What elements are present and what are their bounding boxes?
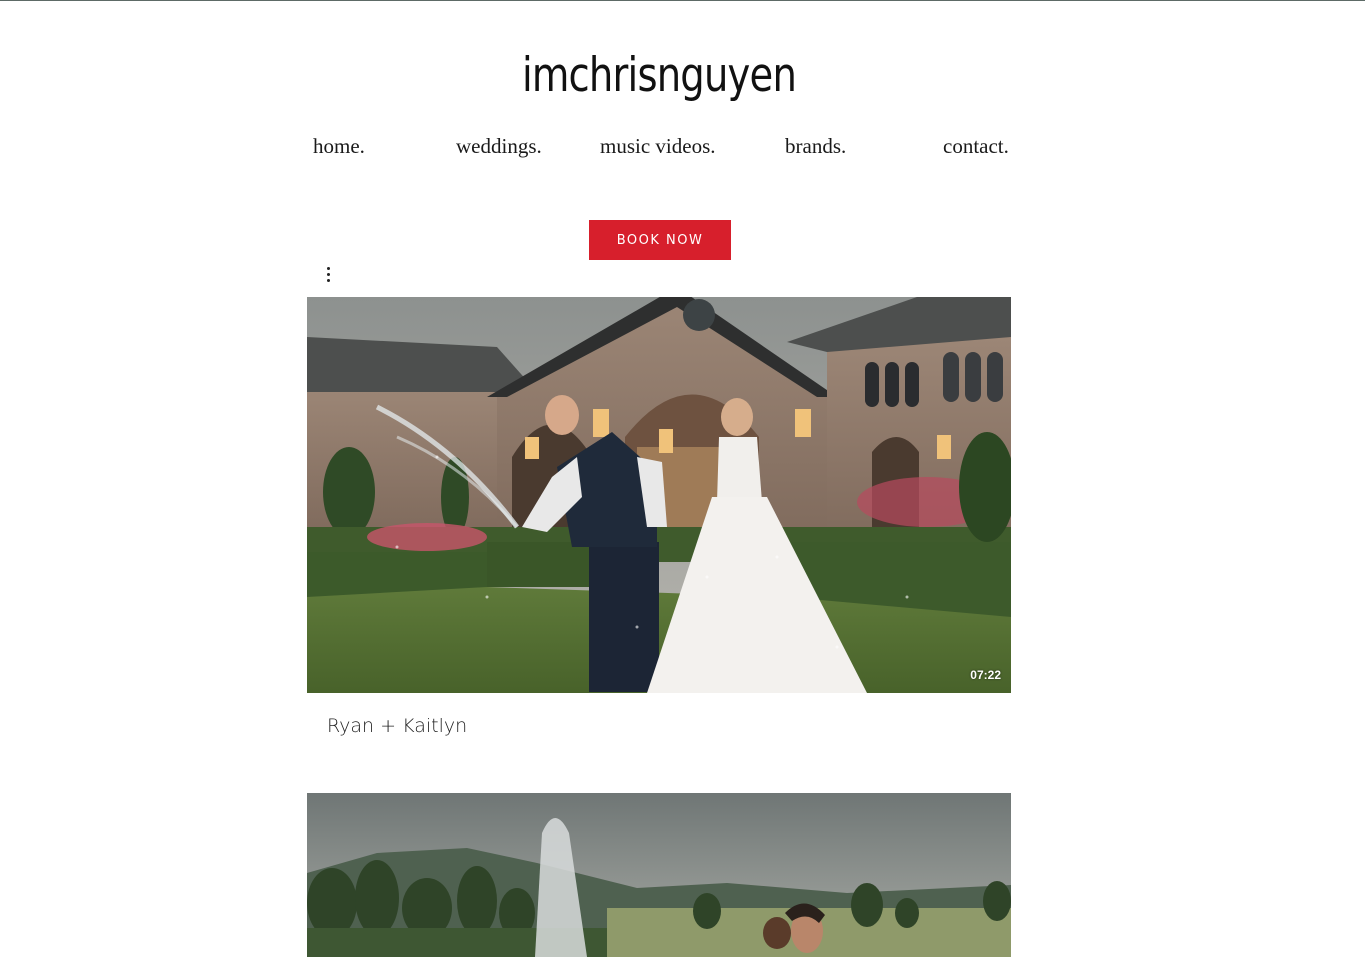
more-dot — [326, 272, 330, 276]
video-title[interactable]: Ryan + Kaitlyn — [327, 715, 467, 737]
video-thumbnail-1[interactable]: 07:22 — [307, 297, 1011, 693]
book-now-button[interactable]: BOOK NOW — [589, 220, 731, 260]
top-border — [0, 0, 1365, 1]
wedding-photo-fountain — [307, 793, 1011, 957]
nav-brands[interactable]: brands. — [785, 134, 846, 159]
more-vertical-icon[interactable] — [318, 263, 338, 285]
site-title[interactable]: imchrisnguyen — [370, 48, 947, 104]
nav-music-videos[interactable]: music videos. — [600, 134, 716, 159]
more-dot — [326, 278, 330, 282]
main-nav: home. weddings. music videos. brands. co… — [307, 134, 1027, 164]
more-dot — [326, 266, 330, 270]
nav-contact[interactable]: contact. — [943, 134, 1009, 159]
nav-weddings[interactable]: weddings. — [456, 134, 542, 159]
nav-home[interactable]: home. — [313, 134, 365, 159]
video-duration: 07:22 — [970, 668, 1001, 682]
video-thumbnail-2[interactable] — [307, 793, 1011, 957]
wedding-photo-champagne — [307, 297, 1011, 693]
